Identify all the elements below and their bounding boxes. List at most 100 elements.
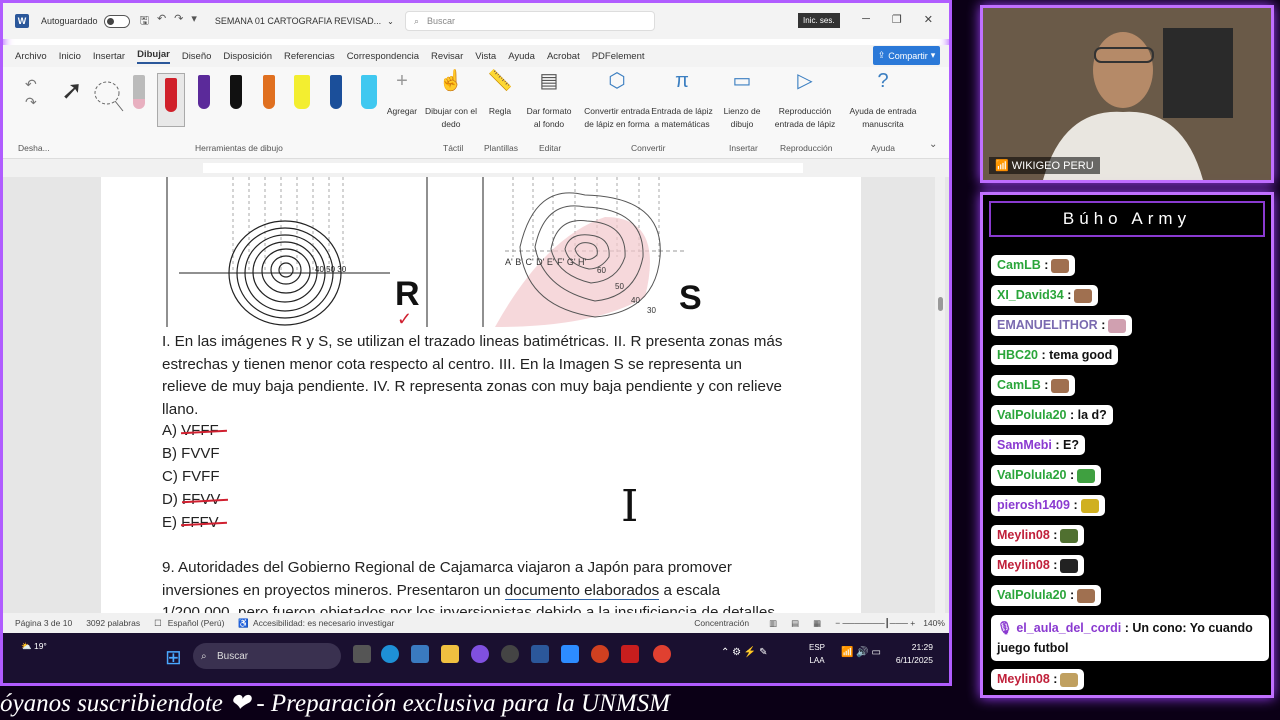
- ruler-button[interactable]: 📏 Regla: [483, 70, 517, 118]
- chat-message: HBC20 : tema good: [991, 345, 1119, 365]
- drawing-tools-group-label: Herramientas de dibujo: [195, 143, 283, 153]
- option-e-text: FFFV: [181, 514, 219, 531]
- emote-icon: [1108, 318, 1127, 333]
- tab-diseno[interactable]: Diseño: [182, 51, 212, 62]
- select-arrow-icon[interactable]: ➚: [61, 75, 83, 115]
- tab-correspondencia[interactable]: Correspondencia: [347, 51, 419, 62]
- pen-orange-icon[interactable]: [258, 75, 280, 115]
- pen-red-icon[interactable]: [157, 73, 185, 127]
- calculator-icon[interactable]: [411, 645, 429, 663]
- file-explorer-icon[interactable]: [441, 645, 459, 663]
- weather-widget[interactable]: ⛅ 19°: [21, 641, 47, 652]
- close-icon[interactable]: ✕: [924, 13, 933, 26]
- pen-purple-icon[interactable]: [193, 75, 215, 115]
- print-layout-icon[interactable]: ▤: [791, 618, 799, 629]
- edge-icon[interactable]: [381, 645, 399, 663]
- zoom-slider[interactable]: − ───────┃─── +: [835, 618, 915, 629]
- save-icon[interactable]: 🖫: [140, 12, 149, 31]
- q8-line-4: llano.: [162, 400, 199, 418]
- word-count[interactable]: 3092 palabras: [86, 618, 140, 628]
- page-count[interactable]: Página 3 de 10: [15, 618, 72, 628]
- chat-overlay: Búho Army CamLB : XI_David34 : EMANUELIT…: [980, 192, 1274, 698]
- pen-black-icon[interactable]: [225, 75, 247, 115]
- tab-archivo[interactable]: Archivo: [15, 51, 47, 62]
- acrobat-icon[interactable]: [621, 645, 639, 663]
- document-title[interactable]: SEMANA 01 CARTOGRAFIA REVISAD...: [215, 16, 381, 26]
- focus-mode[interactable]: Concentración: [694, 618, 749, 628]
- search-box[interactable]: ⌕ Buscar: [405, 11, 655, 31]
- tab-inicio[interactable]: Inicio: [59, 51, 81, 62]
- tab-vista[interactable]: Vista: [475, 51, 496, 62]
- accessibility-icon[interactable]: ♿: [238, 618, 249, 629]
- share-button[interactable]: ⇪ Compartir ▾: [873, 46, 940, 65]
- add-pen-button[interactable]: + Agregar: [386, 71, 418, 118]
- tab-insertar[interactable]: Insertar: [93, 51, 125, 62]
- autosave-toggle[interactable]: [103, 14, 130, 28]
- customize-qat-icon[interactable]: ▾: [191, 12, 197, 31]
- pen-blue-icon[interactable]: [325, 75, 347, 115]
- tab-dibujar[interactable]: Dibujar: [137, 49, 170, 64]
- ink-help-button[interactable]: ? Ayuda de entrada manuscrita: [845, 71, 921, 131]
- chrome-icon[interactable]: [653, 645, 671, 663]
- input-language[interactable]: ESP LAA: [809, 641, 825, 667]
- eraser-icon[interactable]: [128, 75, 150, 115]
- document-page[interactable]: 40 50 30 R ✓ A' B' C' D' E' F' G' H' 60 …: [101, 177, 861, 613]
- highlighter-cyan-icon[interactable]: [358, 75, 380, 115]
- ink-to-shape-label: Convertir entrada de lápiz en forma: [584, 106, 650, 129]
- vertical-scrollbar[interactable]: [935, 177, 945, 613]
- signin-button[interactable]: Inic. ses.: [798, 13, 840, 28]
- search-icon: ⌕: [414, 15, 420, 26]
- tab-ayuda[interactable]: Ayuda: [508, 51, 535, 62]
- ink-to-shape-button[interactable]: ⬡ Convertir entrada de lápiz en forma: [583, 71, 651, 131]
- web-layout-icon[interactable]: ▦: [813, 618, 821, 629]
- format-background-button[interactable]: ▤ Dar formato al fondo: [523, 71, 575, 131]
- tab-revisar[interactable]: Revisar: [431, 51, 463, 62]
- ink-replay-button[interactable]: ▷ Reproducción entrada de lápiz: [769, 71, 841, 131]
- lasso-select-icon[interactable]: [91, 75, 125, 115]
- language-status[interactable]: Español (Perú): [168, 618, 225, 628]
- draw-with-finger-button[interactable]: ☝ Dibujar con el dedo: [425, 71, 477, 131]
- undo-group-label: Desha...: [18, 143, 50, 153]
- minimize-icon[interactable]: ─: [862, 13, 870, 26]
- obs-icon[interactable]: [501, 645, 519, 663]
- undo-icon[interactable]: ↶: [157, 12, 166, 31]
- restore-icon[interactable]: ❐: [892, 13, 902, 26]
- emote-icon: [1060, 558, 1079, 573]
- network-volume-icons[interactable]: 📶 🔊 ▭: [841, 647, 881, 658]
- option-a: A) VFFF: [162, 422, 219, 439]
- q9-line-2: inversiones en proyectos mineros. Presen…: [162, 581, 721, 600]
- proofing-icon[interactable]: ☐: [154, 618, 162, 629]
- copilot-icon[interactable]: [471, 645, 489, 663]
- task-view-icon[interactable]: [353, 645, 371, 663]
- zoom-level[interactable]: 140%: [923, 618, 945, 628]
- tab-pdfelement[interactable]: PDFelement: [592, 51, 645, 62]
- emote-icon: [1080, 498, 1099, 513]
- ruler-icon: 📏: [487, 70, 513, 92]
- powerpoint-icon[interactable]: [591, 645, 609, 663]
- ribbon-collapse-icon[interactable]: ⌄: [929, 139, 937, 150]
- word-taskbar-icon[interactable]: [531, 645, 549, 663]
- redo-icon[interactable]: ↷: [174, 12, 183, 31]
- accessibility-status[interactable]: Accesibilidad: es necesario investigar: [253, 618, 394, 628]
- tab-acrobat[interactable]: Acrobat: [547, 51, 580, 62]
- ribbon-undo-icon[interactable]: ↶: [25, 75, 37, 93]
- option-c: C) FVFF: [162, 468, 220, 485]
- highlighter-yellow-icon[interactable]: [291, 75, 313, 115]
- emote-icon: [1051, 258, 1070, 273]
- title-chevron-icon[interactable]: ⌄: [387, 17, 394, 26]
- tab-referencias[interactable]: Referencias: [284, 51, 335, 62]
- ink-to-math-button[interactable]: π Entrada de lápiz a matemáticas: [651, 70, 713, 131]
- emote-icon: [1074, 288, 1093, 303]
- tab-disposicion[interactable]: Disposición: [223, 51, 272, 62]
- zoom-app-icon[interactable]: [561, 645, 579, 663]
- read-mode-icon[interactable]: ▥: [769, 618, 777, 629]
- undo-redo-group[interactable]: ↶ ↷: [25, 75, 37, 111]
- ayuda-group-label: Ayuda: [871, 143, 895, 153]
- taskbar-search[interactable]: ⌕ Buscar: [193, 643, 341, 669]
- drawing-canvas-button[interactable]: ▭ Lienzo de dibujo: [721, 71, 763, 131]
- ribbon-redo-icon[interactable]: ↷: [25, 93, 37, 111]
- ink-math-icon: π: [675, 70, 689, 92]
- windows-start-icon[interactable]: ⊞: [165, 645, 182, 670]
- tray-icons[interactable]: ⌃ ⚙ ⚡ ✎: [721, 647, 768, 658]
- taskbar-clock[interactable]: 21:29 6/11/2025: [896, 641, 933, 667]
